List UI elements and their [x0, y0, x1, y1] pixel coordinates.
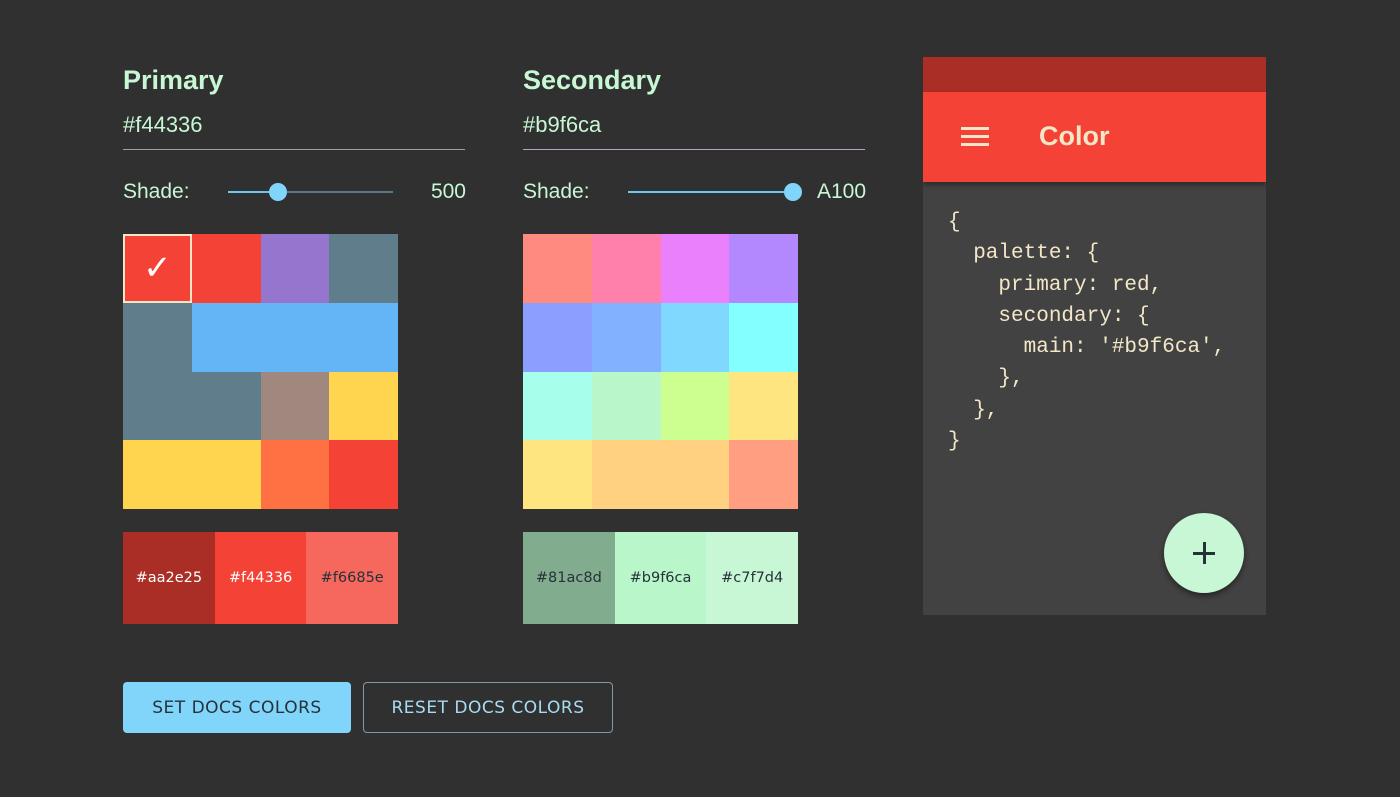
- primary-shade-row: Shade: 500: [123, 172, 466, 212]
- secondary-tone-bar: #81ac8d #b9f6ca #c7f7d4: [523, 532, 799, 624]
- color-swatch[interactable]: [329, 440, 398, 509]
- secondary-hex-input[interactable]: [523, 108, 865, 150]
- plus-icon: [1193, 542, 1215, 564]
- color-swatch[interactable]: [660, 371, 730, 441]
- color-swatch[interactable]: [123, 371, 192, 441]
- palette-tool: Primary Shade: 500 ✓ #aa2e25#f44336#f668…: [0, 0, 1400, 797]
- color-swatch[interactable]: [260, 234, 330, 303]
- color-swatch[interactable]: [329, 302, 398, 372]
- code-line: },: [948, 367, 1024, 391]
- primary-shade-value: 500: [430, 180, 466, 203]
- primary-title: Primary: [123, 65, 224, 95]
- tone-swatch: #f6685e: [306, 532, 399, 624]
- color-swatch[interactable]: [329, 371, 398, 441]
- primary-shade-slider[interactable]: [228, 183, 393, 201]
- color-swatch[interactable]: [523, 302, 592, 372]
- color-swatch[interactable]: [191, 234, 261, 303]
- primary-swatch-grid: ✓: [123, 234, 398, 509]
- color-swatch[interactable]: [123, 440, 192, 509]
- color-swatch[interactable]: [191, 371, 261, 441]
- primary-hex-input[interactable]: [123, 108, 465, 150]
- color-swatch[interactable]: [523, 440, 592, 509]
- color-swatch[interactable]: [260, 440, 330, 509]
- code-line: }: [948, 430, 961, 454]
- primary-picker: Primary Shade: 500 ✓ #aa2e25#f44336#f668…: [123, 62, 466, 624]
- color-swatch[interactable]: [523, 371, 592, 441]
- primary-shade-label: Shade:: [123, 180, 190, 203]
- code-line: main: '#b9f6ca',: [948, 336, 1226, 360]
- color-swatch[interactable]: [729, 440, 798, 509]
- preview-status-bar: [923, 57, 1266, 92]
- color-swatch[interactable]: [191, 440, 261, 509]
- color-swatch[interactable]: [591, 234, 661, 303]
- code-line: primary: red,: [948, 273, 1163, 297]
- secondary-picker: Secondary Shade: A100 #81ac8d#b9f6ca#c7f…: [523, 62, 866, 624]
- color-swatch[interactable]: ✓: [123, 234, 192, 303]
- secondary-swatch-grid: [523, 234, 798, 509]
- secondary-title: Secondary: [523, 65, 662, 95]
- primary-slider-thumb[interactable]: [268, 183, 287, 201]
- tone-swatch: #81ac8d: [523, 532, 615, 624]
- color-swatch[interactable]: [591, 440, 661, 509]
- color-swatch[interactable]: [329, 234, 398, 303]
- code-line: secondary: {: [948, 304, 1150, 328]
- color-swatch[interactable]: [260, 371, 330, 441]
- hamburger-menu-icon[interactable]: [961, 127, 989, 147]
- color-swatch[interactable]: [591, 371, 661, 441]
- secondary-shade-value: A100: [816, 180, 866, 203]
- color-swatch[interactable]: [729, 371, 798, 441]
- secondary-slider-fill: [628, 191, 793, 193]
- color-swatch[interactable]: [660, 234, 730, 303]
- color-swatch[interactable]: [591, 302, 661, 372]
- theme-preview: Color { palette: { primary: red, seconda…: [923, 57, 1266, 615]
- tone-swatch: #b9f6ca: [614, 532, 707, 624]
- color-swatch[interactable]: [660, 302, 730, 372]
- color-swatch[interactable]: [660, 440, 730, 509]
- secondary-slider-thumb[interactable]: [784, 183, 802, 201]
- secondary-shade-slider[interactable]: [628, 183, 802, 201]
- color-swatch[interactable]: [729, 302, 798, 372]
- preview-app-bar: Color: [923, 92, 1266, 182]
- tone-swatch: #f44336: [214, 532, 307, 624]
- secondary-shade-row: Shade: A100: [523, 172, 866, 212]
- color-swatch[interactable]: [123, 302, 192, 372]
- add-fab-button[interactable]: [1164, 513, 1244, 593]
- color-swatch[interactable]: [729, 234, 798, 303]
- tone-swatch: #aa2e25: [123, 532, 215, 624]
- reset-docs-colors-button[interactable]: RESET DOCS COLORS: [363, 682, 613, 733]
- primary-tone-bar: #aa2e25 #f44336 #f6685e: [123, 532, 399, 624]
- tone-swatch: #c7f7d4: [706, 532, 799, 624]
- secondary-shade-label: Shade:: [523, 180, 590, 203]
- set-docs-colors-button[interactable]: SET DOCS COLORS: [123, 682, 351, 733]
- preview-app-title: Color: [1039, 121, 1110, 151]
- code-line: {: [948, 211, 961, 234]
- palette-code-block: { palette: { primary: red, secondary: { …: [948, 207, 1225, 457]
- checkmark-icon: ✓: [143, 249, 172, 288]
- color-swatch[interactable]: [260, 302, 330, 372]
- color-swatch[interactable]: [191, 302, 261, 372]
- code-line: },: [948, 398, 999, 422]
- color-swatch[interactable]: [523, 234, 592, 303]
- code-line: palette: {: [948, 242, 1100, 266]
